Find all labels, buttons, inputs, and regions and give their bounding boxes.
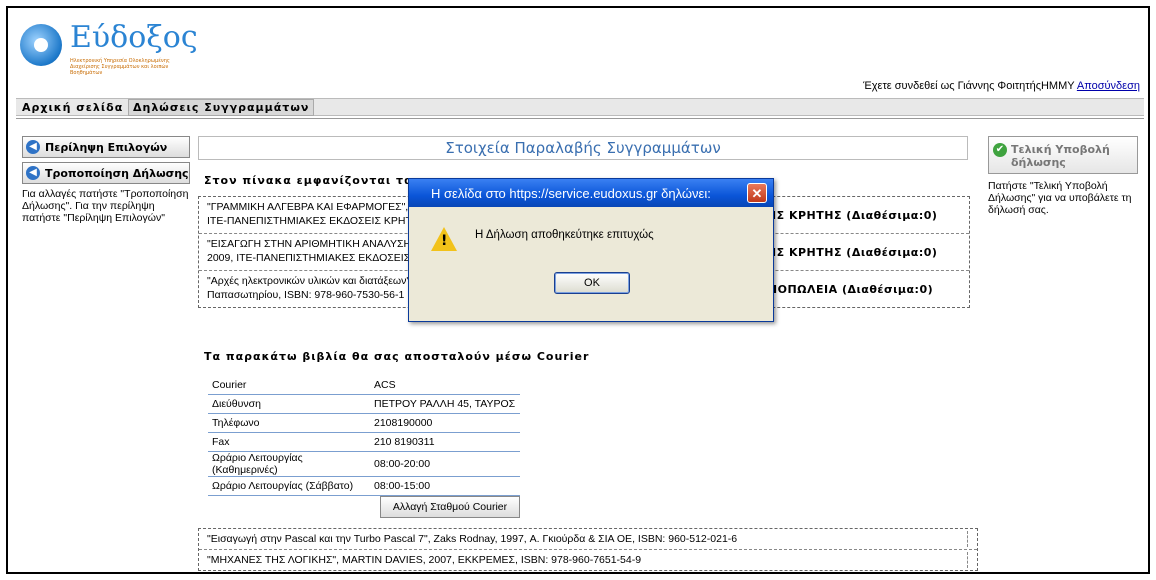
summary-button[interactable]: ◀ Περίληψη Επιλογών [22, 136, 190, 158]
courier-key: Ωράριο Λειτουργίας (Σάββατο) [208, 476, 370, 496]
courier-key: Ωράριο Λειτουργίας (Καθημερινές) [208, 451, 370, 477]
courier-value: ΠΕΤΡΟΥ ΡΑΛΛΗ 45, ΤΑΥΡΟΣ [370, 394, 520, 414]
logo-text: Εύδοξος [70, 20, 198, 55]
top-nav: Αρχική σελίδα Δηλώσεις Συγγραμμάτων [16, 98, 1144, 116]
book-publisher: 2009, ΙΤΕ-ΠΑΝΕΠΙΣΤΗΜΙΑΚΕΣ ΕΚΔΟΣΕΙΣ Κ [207, 252, 421, 264]
right-help-text: Πατήστε "Τελική Υποβολή Δήλωσης" για να … [988, 180, 1132, 216]
dialog-message: Η Δήλωση αποθηκεύτηκε επιτυχώς [475, 229, 654, 241]
modify-button[interactable]: ◀ Τροποποίηση Δήλωσης [22, 162, 190, 184]
logo-circle-icon [20, 24, 62, 66]
summary-button-label: Περίληψη Επιλογών [45, 141, 168, 154]
courier-key: Courier [208, 376, 370, 395]
book-availability: ΛΙΟΠΩΛΕΙΑ (Διαθέσιμα:0) [764, 283, 934, 296]
logout-link[interactable]: Αποσύνδεση [1077, 80, 1140, 92]
book-publisher: ΙΤΕ-ΠΑΝΕΠΙΣΤΗΜΙΑΚΕΣ ΕΚΔΟΣΕΙΣ ΚΡΗΤΗ [207, 215, 420, 227]
close-icon[interactable]: ✕ [747, 183, 767, 203]
tab-declarations[interactable]: Δηλώσεις Συγγραμμάτων [128, 99, 315, 116]
final-submit-label: Τελική Υποβολή δήλωσης [1011, 143, 1110, 169]
courier-books-table: "Εισαγωγή στην Pascal και την Turbo Pasc… [198, 528, 978, 571]
modify-button-label: Τροποποίηση Δήλωσης [45, 167, 189, 180]
table-row: Ωράριο Λειτουργίας (Καθημερινές) 08:00-20… [208, 451, 520, 477]
courier-value: 08:00-20:00 [370, 451, 520, 477]
table-row: "Εισαγωγή στην Pascal και την Turbo Pasc… [199, 529, 977, 550]
book-availability: ΕΙΣ ΚΡΗΤΗΣ (Διαθέσιμα:0) [764, 209, 938, 222]
table-row: Διεύθυνση ΠΕΤΡΟΥ ΡΑΛΛΗ 45, ΤΑΥΡΟΣ [208, 394, 520, 414]
change-courier-button[interactable]: Αλλαγή Σταθμού Courier [380, 496, 520, 518]
check-icon: ✔ [993, 143, 1007, 157]
tab-home[interactable]: Αρχική σελίδα [18, 100, 127, 115]
book-title: "ΕΙΣΑΓΩΓΗ ΣΤΗΝ ΑΡΙΘΜΗΤΙΚΗ ΑΝΑΛΥΣΗ" [207, 238, 415, 250]
user-bar: Έχετε συνδεθεί ως Γιάννης ΦοιτητήςΗΜΜΥ Α… [863, 80, 1140, 92]
final-submit-button[interactable]: ✔ Τελική Υποβολή δήλωσης [988, 136, 1138, 174]
courier-heading: Τα παρακάτω βιβλία θα σας αποσταλούν μέσ… [204, 350, 590, 363]
ok-button[interactable]: OK [554, 272, 630, 294]
courier-value: 210 8190311 [370, 432, 520, 452]
eudoxus-logo[interactable]: Εύδοξος Ηλεκτρονική Υπηρεσία Ολοκληρωμέν… [20, 18, 220, 78]
table-row: Ωράριο Λειτουργίας (Σάββατο) 08:00-15:00 [208, 476, 520, 496]
courier-table: Courier ACS Διεύθυνση ΠΕΤΡΟΥ ΡΑΛΛΗ 45, ΤΑΥ… [208, 376, 520, 496]
arrow-left-icon: ◀ [26, 140, 40, 154]
cell-divider [967, 531, 969, 547]
table-row: Courier ACS [208, 376, 520, 395]
divider [16, 118, 1144, 119]
alert-dialog: Η σελίδα στο https://service.eudoxus.gr … [408, 178, 774, 322]
book-title: "ΓΡΑΜΜΙΚΗ ΑΛΓΕΒΡΑ ΚΑΙ ΕΦΑΡΜΟΓΕΣ", [207, 201, 409, 213]
courier-key: Τηλέφωνο [208, 413, 370, 433]
table-row: Fax 210 8190311 [208, 432, 520, 452]
table-row: "ΜΗΧΑΝΕΣ ΤΗΣ ΛΟΓΙΚΗΣ", MARTIN DAVIES, 20… [199, 550, 977, 570]
cell-divider [967, 552, 969, 568]
courier-key: Διεύθυνση [208, 394, 370, 414]
dialog-titlebar[interactable]: Η σελίδα στο https://service.eudoxus.gr … [409, 179, 773, 207]
book-title: "Αρχές ηλεκτρονικών υλικών και διατάξεων… [207, 275, 411, 287]
arrow-left-icon: ◀ [26, 166, 40, 180]
courier-value: 08:00-15:00 [370, 476, 520, 496]
courier-book: "Εισαγωγή στην Pascal και την Turbo Pasc… [207, 533, 738, 545]
page-title: Στοιχεία Παραλαβής Συγγραμμάτων [198, 136, 968, 160]
logo-subtitle: Ηλεκτρονική Υπηρεσία Ολοκληρωμένης Διαχε… [70, 58, 170, 76]
logged-in-text: Έχετε συνδεθεί ως Γιάννης ΦοιτητήςΗΜΜΥ [863, 80, 1075, 92]
book-publisher: Παπασωτηρίου, ISBN: 978-960-7530-56-1 [207, 289, 405, 301]
left-help-text: Για αλλαγές πατήστε "Τροποποίηση Δήλωσης… [22, 188, 189, 224]
courier-key: Fax [208, 432, 370, 452]
book-availability: ΕΙΣ ΚΡΗΤΗΣ (Διαθέσιμα:0) [764, 246, 938, 259]
courier-value: 2108190000 [370, 413, 520, 433]
courier-value: ACS [370, 376, 520, 395]
dialog-title: Η σελίδα στο https://service.eudoxus.gr … [431, 186, 711, 201]
browser-page: Εύδοξος Ηλεκτρονική Υπηρεσία Ολοκληρωμέν… [6, 6, 1150, 574]
warning-icon [431, 227, 457, 251]
courier-book: "ΜΗΧΑΝΕΣ ΤΗΣ ΛΟΓΙΚΗΣ", MARTIN DAVIES, 20… [207, 554, 642, 566]
table-row: Τηλέφωνο 2108190000 [208, 413, 520, 433]
